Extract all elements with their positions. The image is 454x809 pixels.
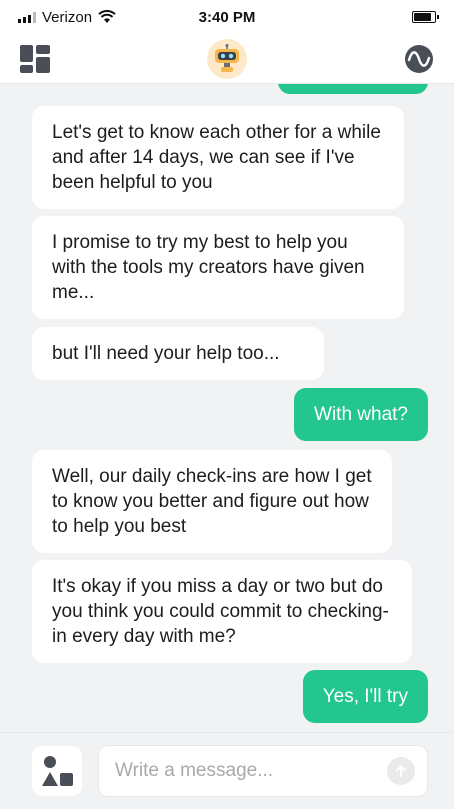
- message-text: It's okay if you miss a day or two but d…: [52, 576, 389, 647]
- bot-message: but I'll need your help too...: [32, 327, 324, 380]
- carrier-label: Verizon: [42, 8, 93, 26]
- attach-button[interactable]: [32, 746, 82, 796]
- message-text: Yes, I'll try: [322, 686, 408, 707]
- bot-avatar[interactable]: [207, 38, 247, 79]
- user-message: Yes, I'll try: [302, 670, 428, 723]
- activity-button[interactable]: [402, 42, 436, 76]
- arrow-up-icon: [396, 765, 406, 777]
- message-composer: [0, 732, 454, 809]
- dashboard-icon: [20, 44, 50, 73]
- signal-icon: [18, 11, 36, 23]
- message-text: Let's get to know each other for a while…: [52, 122, 381, 193]
- message-text: but I'll need your help too...: [52, 343, 280, 364]
- wifi-icon: [98, 10, 116, 23]
- message-text: I promise to try my best to help you wit…: [52, 232, 365, 303]
- send-button[interactable]: [387, 757, 415, 785]
- shapes-icon: [42, 756, 73, 786]
- status-bar: Verizon 3:40 PM: [0, 0, 454, 34]
- robot-avatar-icon: [215, 43, 239, 72]
- message-text: With what?: [314, 404, 408, 425]
- message-input[interactable]: [115, 760, 387, 782]
- previous-user-message: [278, 84, 428, 94]
- bot-message: It's okay if you miss a day or two but d…: [32, 560, 412, 663]
- user-message: With what?: [294, 388, 428, 441]
- status-left: Verizon: [18, 9, 168, 26]
- message-input-wrapper: [98, 745, 428, 797]
- wave-icon: [405, 44, 433, 73]
- nav-bar: [0, 34, 454, 84]
- bot-message: Let's get to know each other for a while…: [32, 106, 404, 209]
- bot-message: I promise to try my best to help you wit…: [32, 216, 404, 319]
- dashboard-button[interactable]: [18, 42, 52, 76]
- bot-message: Well, our daily check-ins are how I get …: [32, 450, 392, 553]
- message-text: Well, our daily check-ins are how I get …: [52, 466, 372, 537]
- chat-thread[interactable]: Let's get to know each other for a while…: [0, 84, 454, 732]
- status-right: [286, 11, 439, 23]
- battery-icon: [412, 11, 439, 23]
- status-time: 3:40 PM: [198, 8, 256, 26]
